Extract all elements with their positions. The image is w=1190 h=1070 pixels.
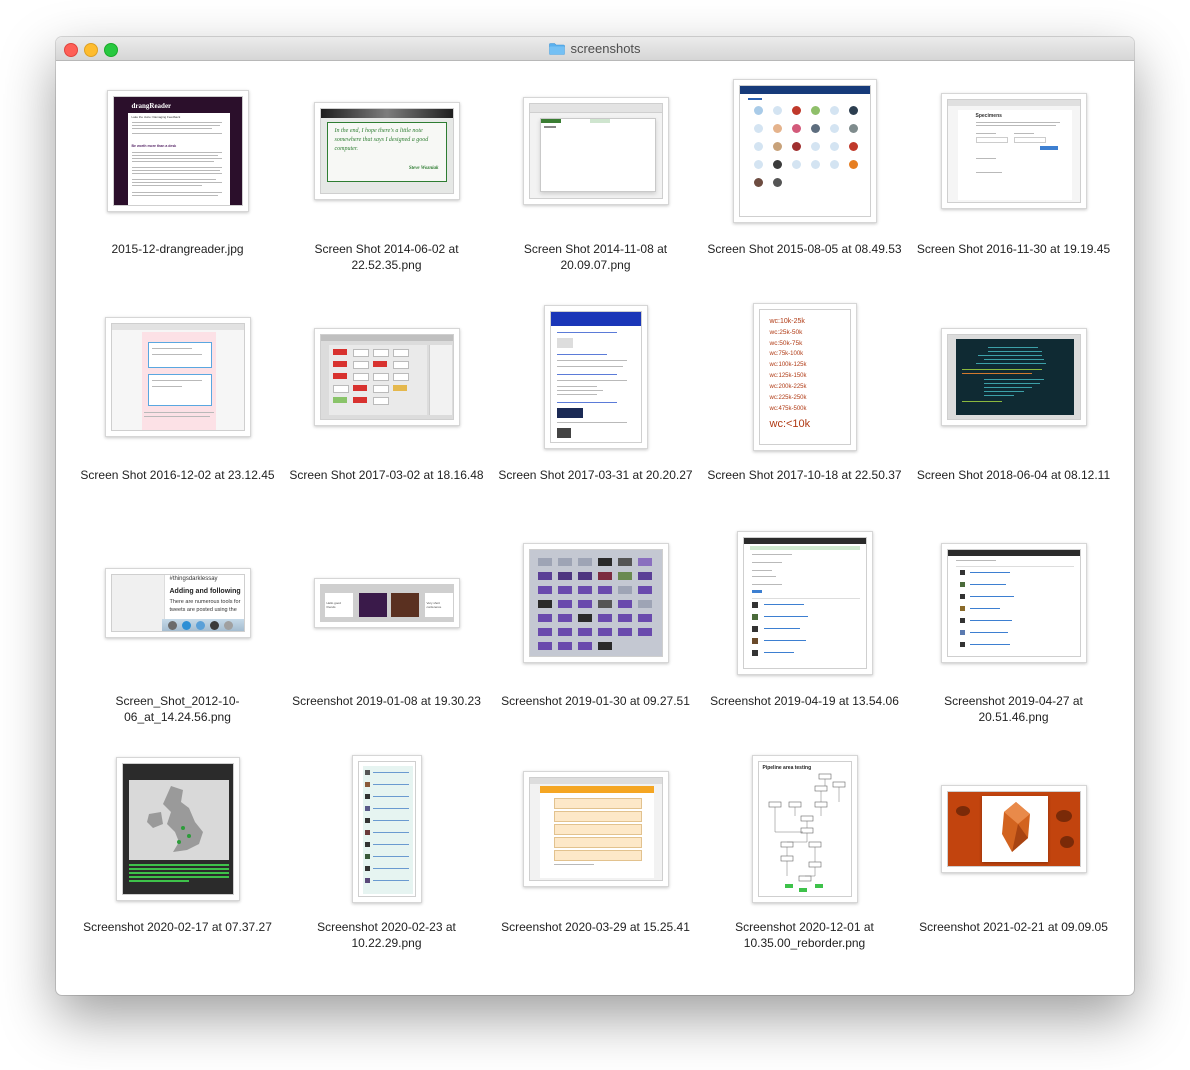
thumbnail-image: Specimens — [946, 99, 1081, 203]
file-item[interactable]: Screenshot 2020-02-17 at 07.37.27 — [73, 739, 282, 965]
file-item[interactable]: #thingsdarklessay Adding and following T… — [73, 513, 282, 739]
thumbnail-image — [110, 323, 245, 431]
folder-icon — [549, 42, 566, 55]
file-item[interactable]: Screenshot 2019-04-27 at 20.51.46.png — [909, 513, 1118, 739]
thumbnail[interactable]: Hello good friends Very short conference — [282, 533, 491, 673]
thumbnail-image — [528, 103, 663, 199]
file-item[interactable]: wc:10k-25k wc:25k-50k wc:50k-75k wc:75k-… — [700, 287, 909, 513]
thumbnail[interactable] — [73, 307, 282, 447]
file-name: Screenshot 2019-04-27 at 20.51.46.png — [944, 694, 1083, 724]
thumbnail-image — [121, 763, 234, 895]
thumbnail-image: wc:10k-25k wc:25k-50k wc:50k-75k wc:75k-… — [758, 309, 851, 445]
thumbnail[interactable] — [491, 533, 700, 673]
thumbnail-image — [946, 791, 1081, 867]
thumbnail[interactable] — [491, 759, 700, 899]
file-item[interactable]: Screen Shot 2016-12-02 at 23.12.45 — [73, 287, 282, 513]
file-item[interactable]: Screen Shot 2017-03-31 at 20.20.27 — [491, 287, 700, 513]
file-name: Screenshot 2020-02-23 at 10.22.29.png — [317, 920, 456, 950]
file-name: 2015-12-drangreader.jpg — [111, 242, 244, 256]
thumbnail-image — [946, 549, 1081, 657]
window-title-text: screenshots — [570, 41, 641, 56]
file-item[interactable]: Screenshot 2020-03-29 at 15.25.41 — [491, 739, 700, 965]
thumbnail-image — [738, 85, 871, 217]
thumbnail-image: #thingsdarklessay Adding and following T… — [110, 574, 245, 632]
thumbnail-image: drangReader Lake the Juice: Damaging Fee… — [112, 96, 243, 206]
thumbnail[interactable] — [491, 81, 700, 221]
thumbnail[interactable]: Pipeline area testing — [700, 755, 909, 903]
thumbnail-image — [549, 311, 642, 443]
thumbnail-image: In the end, I hope there's a little note… — [319, 108, 454, 194]
file-name: Screenshot 2019-01-30 at 09.27.51 — [501, 694, 690, 708]
thumbnail[interactable] — [491, 305, 700, 449]
file-name: Screen Shot 2017-03-31 at 20.20.27 — [498, 468, 693, 482]
thumbnail-image — [319, 334, 454, 420]
title-bar[interactable]: screenshots — [56, 37, 1134, 61]
file-name: Screenshot 2020-03-29 at 15.25.41 — [501, 920, 690, 934]
thumbnail[interactable] — [909, 307, 1118, 447]
window-title: screenshots — [56, 37, 1134, 60]
file-name: Screen Shot 2018-06-04 at 08.12.11 — [916, 468, 1111, 482]
file-item[interactable]: Screen Shot 2015-08-05 at 08.49.53 — [700, 61, 909, 287]
thumbnail[interactable] — [700, 531, 909, 675]
file-item[interactable]: Screenshot 2019-04-19 at 13.54.06 — [700, 513, 909, 739]
file-item[interactable]: Pipeline area testing Screenshot 2020-12… — [700, 739, 909, 965]
file-name: Screenshot 2021-02-21 at 09.09.05 — [919, 920, 1108, 934]
file-name: Screen_Shot_2012-10-06_at_14.24.56.png — [115, 694, 240, 724]
thumbnail[interactable]: wc:10k-25k wc:25k-50k wc:50k-75k wc:75k-… — [700, 303, 909, 451]
thumbnail[interactable] — [282, 307, 491, 447]
file-item[interactable]: Specimens Screen Shot 2016-11-30 at 19.1… — [909, 61, 1118, 287]
thumbnail[interactable] — [909, 533, 1118, 673]
file-name: Screenshot 2019-01-08 at 19.30.23 — [292, 694, 481, 708]
file-name: Screen Shot 2015-08-05 at 08.49.53 — [707, 242, 902, 256]
thumbnail[interactable]: #thingsdarklessay Adding and following T… — [73, 533, 282, 673]
thumbnail[interactable]: Specimens — [909, 81, 1118, 221]
file-name: Screen Shot 2017-03-02 at 18.16.48 — [289, 468, 484, 482]
file-item[interactable]: Screen Shot 2018-06-04 at 08.12.11 — [909, 287, 1118, 513]
file-name: Screenshot 2019-04-19 at 13.54.06 — [710, 694, 899, 708]
file-name: Screenshot 2020-02-17 at 07.37.27 — [83, 920, 272, 934]
file-item[interactable]: Screen Shot 2014-11-08 at 20.09.07.png — [491, 61, 700, 287]
file-item[interactable]: Screenshot 2020-02-23 at 10.22.29.png — [282, 739, 491, 965]
thumbnail[interactable] — [909, 759, 1118, 899]
file-item[interactable]: Screenshot 2021-02-21 at 09.09.05 — [909, 739, 1118, 965]
thumbnail[interactable]: drangReader Lake the Juice: Damaging Fee… — [73, 81, 282, 221]
file-name: Screen Shot 2014-06-02 at 22.52.35.png — [314, 242, 459, 272]
thumbnail[interactable]: In the end, I hope there's a little note… — [282, 81, 491, 221]
file-item[interactable]: Screenshot 2019-01-30 at 09.27.51 — [491, 513, 700, 739]
thumbnail-image — [357, 761, 416, 897]
thumbnail-image — [742, 537, 867, 669]
thumbnail[interactable] — [282, 755, 491, 903]
file-name: Screen Shot 2014-11-08 at 20.09.07.png — [523, 242, 668, 272]
file-name: Screen Shot 2016-12-02 at 23.12.45 — [80, 468, 275, 482]
thumbnail-image — [528, 549, 663, 657]
thumbnail[interactable] — [700, 79, 909, 223]
file-item[interactable]: In the end, I hope there's a little note… — [282, 61, 491, 287]
file-item[interactable]: Hello good friends Very short conference… — [282, 513, 491, 739]
file-name: Screen Shot 2016-11-30 at 19.19.45 — [916, 242, 1111, 256]
thumbnail-image — [946, 334, 1081, 420]
thumbnail-image: Pipeline area testing — [757, 761, 852, 897]
thumbnail-image: Hello good friends Very short conference — [319, 584, 454, 622]
thumbnail[interactable] — [73, 757, 282, 901]
file-name: Screenshot 2020-12-01 at 10.35.00_rebord… — [735, 920, 874, 950]
finder-window: screenshots drangReader Lake the Juice: … — [56, 37, 1134, 995]
file-item[interactable]: drangReader Lake the Juice: Damaging Fee… — [73, 61, 282, 287]
thumbnail-image — [528, 777, 663, 881]
file-item[interactable]: Screen Shot 2017-03-02 at 18.16.48 — [282, 287, 491, 513]
file-name: Screen Shot 2017-10-18 at 22.50.37 — [707, 468, 902, 482]
icon-grid: drangReader Lake the Juice: Damaging Fee… — [73, 61, 1118, 981]
